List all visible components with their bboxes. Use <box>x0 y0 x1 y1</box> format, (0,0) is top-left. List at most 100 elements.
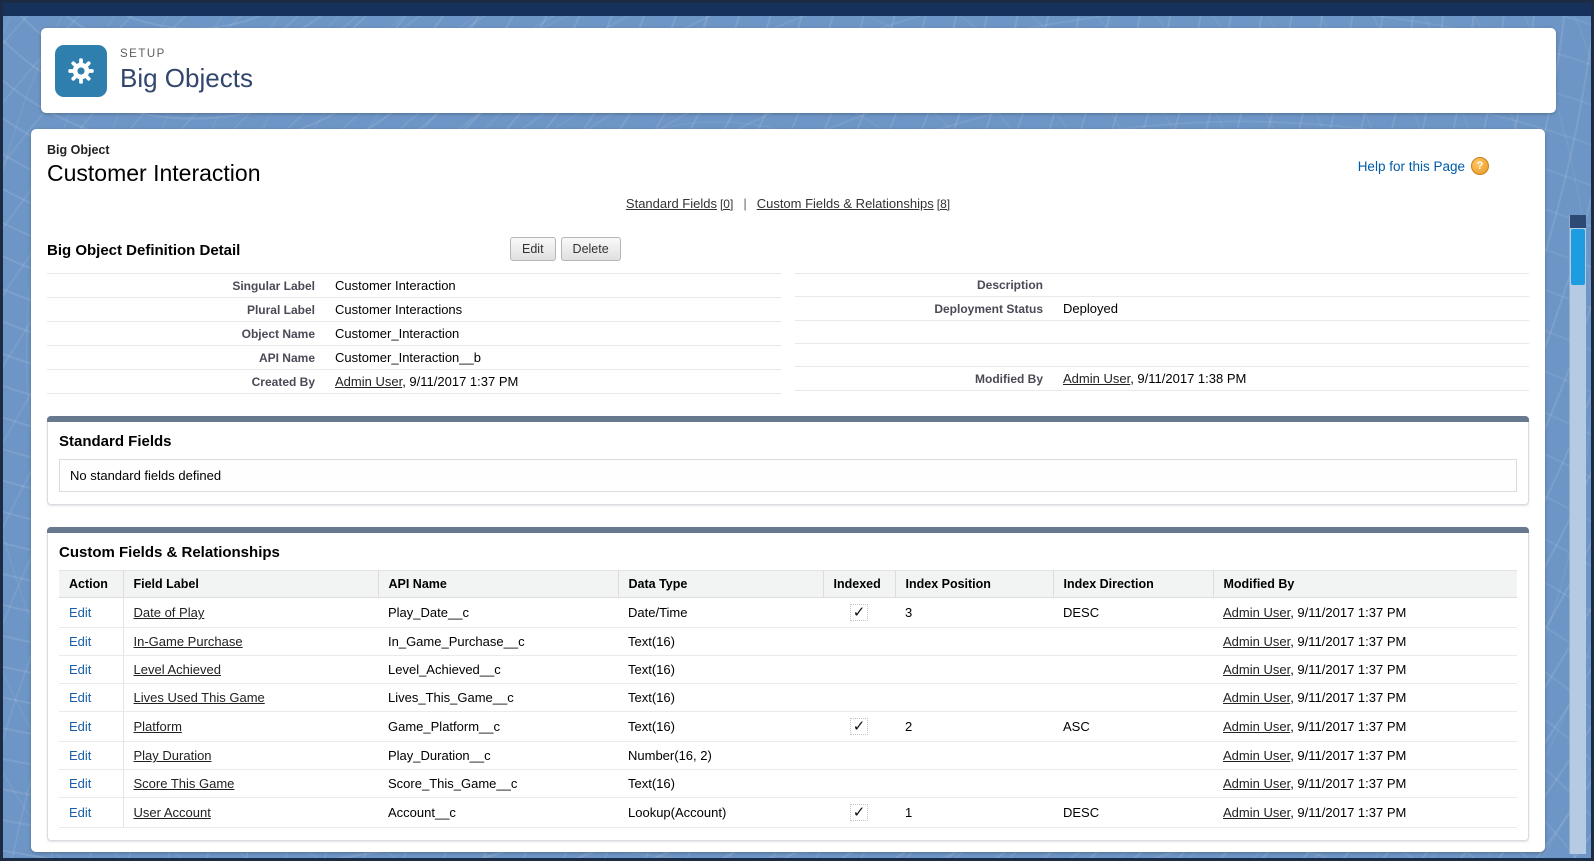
field-label-link[interactable]: Level Achieved <box>134 662 221 677</box>
jump-link-custom-fields[interactable]: Custom Fields & Relationships <box>757 196 934 211</box>
field-label-cell: User Account <box>123 798 378 828</box>
jump-count-standard-fields[interactable]: [0] <box>720 197 733 211</box>
modified-by-link[interactable]: Admin User <box>1223 776 1290 791</box>
index-position-cell: 2 <box>895 712 1053 742</box>
data-type-cell: Lookup(Account) <box>618 798 823 828</box>
vertical-scrollbar[interactable] <box>1569 215 1586 854</box>
indexed-cell: ✓ <box>823 798 895 828</box>
field-label-link[interactable]: In-Game Purchase <box>134 634 243 649</box>
edit-button[interactable]: Edit <box>510 237 556 261</box>
user-link[interactable]: Admin User <box>335 374 402 389</box>
table-row: EditDate of PlayPlay_Date__cDate/Time✓3D… <box>59 598 1517 628</box>
custom-fields-table: ActionField LabelAPI NameData TypeIndexe… <box>59 570 1517 828</box>
modified-by-link[interactable]: Admin User <box>1223 805 1290 820</box>
index-direction-cell <box>1053 628 1213 656</box>
modified-by-timestamp: , 9/11/2017 1:37 PM <box>1290 662 1406 677</box>
setup-background: SETUP Big Objects Big Object Customer In… <box>3 16 1591 858</box>
detail-buttons: Edit Delete <box>510 237 621 261</box>
field-label-link[interactable]: Platform <box>134 719 182 734</box>
indexed-cell <box>823 742 895 770</box>
detail-value-timestamp: , 9/11/2017 1:37 PM <box>402 374 518 389</box>
field-label-link[interactable]: Score This Game <box>134 776 235 791</box>
user-link[interactable]: Admin User <box>1063 371 1130 386</box>
api-name-cell: Lives_This_Game__c <box>378 684 618 712</box>
edit-link[interactable]: Edit <box>69 776 91 791</box>
table-row: Edit User Account Account__cLookup(Account… <box>59 798 1517 828</box>
indexed-cell <box>823 656 895 684</box>
api-name-cell: Account__c <box>378 798 618 828</box>
column-header-api-name: API Name <box>378 571 618 598</box>
modified-by-timestamp: , 9/11/2017 1:37 PM <box>1290 605 1406 620</box>
table-row: EditScore This GameScore_This_Game__cTex… <box>59 770 1517 798</box>
column-header-indexed: Indexed <box>823 571 895 598</box>
detail-value: Admin User, 9/11/2017 1:38 PM <box>1063 371 1246 386</box>
modified-by-link[interactable]: Admin User <box>1223 690 1290 705</box>
field-label-cell: Score This Game <box>123 770 378 798</box>
edit-link[interactable]: Edit <box>69 605 91 620</box>
indexed-cell <box>823 628 895 656</box>
delete-button[interactable]: Delete <box>561 237 621 261</box>
detail-value: Admin User, 9/11/2017 1:37 PM <box>335 374 518 389</box>
index-direction-cell: DESC <box>1053 598 1213 628</box>
detail-row: Description <box>795 273 1529 296</box>
modified-by-cell: Admin User, 9/11/2017 1:37 PM <box>1213 798 1517 828</box>
field-label-link[interactable]: Lives Used This Game <box>134 690 265 705</box>
help-link[interactable]: Help for this Page <box>1358 159 1465 174</box>
jump-count-custom-fields[interactable]: [8] <box>937 197 950 211</box>
edit-link[interactable]: Edit <box>69 719 91 734</box>
edit-link[interactable]: Edit <box>69 805 91 820</box>
action-cell: Edit <box>59 712 123 742</box>
modified-by-cell: Admin User, 9/11/2017 1:37 PM <box>1213 628 1517 656</box>
detail-label: Description <box>795 278 1043 292</box>
setup-eyebrow: SETUP <box>120 48 253 60</box>
checkmark-icon: ✓ <box>850 804 869 821</box>
field-label-link[interactable]: Date of Play <box>134 605 205 620</box>
standard-fields-heading: Standard Fields <box>59 430 1517 459</box>
detail-label: API Name <box>47 351 315 365</box>
index-position-cell <box>895 628 1053 656</box>
field-label-link[interactable]: User Account <box>134 805 211 820</box>
action-cell: Edit <box>59 684 123 712</box>
index-direction-cell: DESC <box>1053 798 1213 828</box>
detail-row: Deployment StatusDeployed <box>795 296 1529 320</box>
modified-by-link[interactable]: Admin User <box>1223 605 1290 620</box>
custom-fields-heading: Custom Fields & Relationships <box>59 541 1517 570</box>
help-question-icon[interactable]: ? <box>1471 157 1489 175</box>
page-title: Customer Interaction <box>47 160 260 187</box>
modified-by-link[interactable]: Admin User <box>1223 719 1290 734</box>
edit-link[interactable]: Edit <box>69 748 91 763</box>
edit-link[interactable]: Edit <box>69 662 91 677</box>
detail-row: Object NameCustomer_Interaction <box>47 321 781 345</box>
page-title-block: Big Object Customer Interaction <box>47 143 260 187</box>
index-position-cell <box>895 770 1053 798</box>
action-cell: Edit <box>59 656 123 684</box>
scrollbar-thumb[interactable] <box>1571 229 1585 285</box>
table-row: EditIn-Game PurchaseIn_Game_Purchase__cT… <box>59 628 1517 656</box>
table-row: EditPlatformGame_Platform__cText(16)✓2AS… <box>59 712 1517 742</box>
modified-by-cell: Admin User, 9/11/2017 1:37 PM <box>1213 712 1517 742</box>
jump-link-standard-fields[interactable]: Standard Fields <box>626 196 717 211</box>
indexed-cell: ✓ <box>823 712 895 742</box>
modified-by-link[interactable]: Admin User <box>1223 662 1290 677</box>
modified-by-link[interactable]: Admin User <box>1223 634 1290 649</box>
app-window: SETUP Big Objects Big Object Customer In… <box>0 0 1594 861</box>
modified-by-link[interactable]: Admin User <box>1223 748 1290 763</box>
object-type-label: Big Object <box>47 143 260 157</box>
column-header-modified-by: Modified By <box>1213 571 1517 598</box>
detail-value: Customer Interactions <box>335 302 462 317</box>
gear-icon <box>65 55 97 87</box>
detail-value: Deployed <box>1063 301 1118 316</box>
data-type-cell: Number(16, 2) <box>618 742 823 770</box>
column-header-field-label: Field Label <box>123 571 378 598</box>
top-navy-strip <box>3 3 1591 16</box>
modified-by-timestamp: , 9/11/2017 1:37 PM <box>1290 719 1406 734</box>
edit-link[interactable]: Edit <box>69 634 91 649</box>
field-label-link[interactable]: Play Duration <box>134 748 212 763</box>
detail-row: API NameCustomer_Interaction__b <box>47 345 781 369</box>
action-cell: Edit <box>59 598 123 628</box>
modified-by-timestamp: , 9/11/2017 1:37 PM <box>1290 805 1406 820</box>
edit-link[interactable]: Edit <box>69 690 91 705</box>
detail-value-timestamp: , 9/11/2017 1:38 PM <box>1130 371 1246 386</box>
app-title: Big Objects <box>120 64 253 93</box>
table-body: EditDate of PlayPlay_Date__cDate/Time✓3D… <box>59 598 1517 828</box>
